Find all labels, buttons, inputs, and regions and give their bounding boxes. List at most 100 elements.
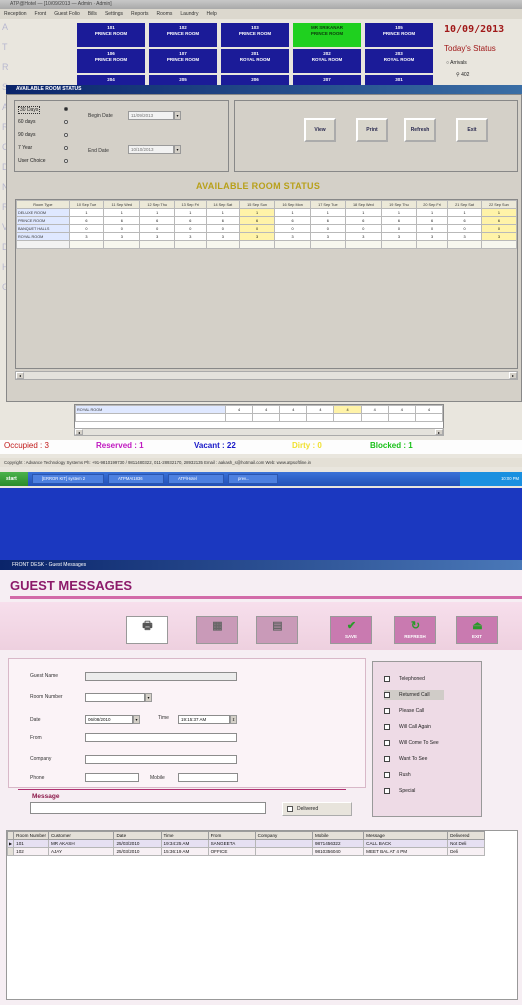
room-tile[interactable]: 204	[77, 75, 145, 85]
checkbox-icon[interactable]	[384, 772, 390, 778]
table-row[interactable]: ▶ 101 MR AKASH 25/03/2010 19:34:25 AM SANGEET…	[6, 839, 485, 848]
toolbar-button[interactable]: ⏏ EXIT	[456, 616, 498, 644]
menu-item[interactable]: Laundry	[180, 9, 198, 19]
date-field[interactable]: 06/08/2010	[85, 715, 133, 724]
room-tile[interactable]: 103 PRINCE ROOM	[221, 23, 289, 47]
table-row[interactable]: 102 AJAY 25/03/2010 15:36:19 AM OFFICE 981035…	[6, 847, 485, 856]
end-date-dropdown-icon[interactable]: ▾	[174, 145, 181, 154]
messages-column-header[interactable]: Time	[160, 831, 209, 840]
room-tile[interactable]: 205	[149, 75, 217, 85]
begin-date-field[interactable]: 11/09/2013	[128, 111, 174, 120]
room-tile[interactable]: 107 PRINCE ROOM	[149, 49, 217, 73]
checkbox-icon[interactable]	[384, 756, 390, 762]
messages-column-header[interactable]: Delivered	[447, 831, 485, 840]
day-option-radio[interactable]	[64, 159, 68, 163]
day-option-label: User Choice	[18, 158, 46, 164]
room-tile[interactable]: 301	[365, 75, 433, 85]
message-type-checkbox[interactable]: Returned Call	[384, 690, 444, 700]
messages-column-header[interactable]: Room Number	[13, 831, 49, 840]
message-type-checkbox[interactable]: Telephoned	[384, 674, 425, 684]
toolbar-button[interactable]: ↻ REFRESH	[394, 616, 436, 644]
availability-cell: 1	[310, 208, 346, 217]
print-button[interactable]: Print	[356, 118, 388, 142]
message-type-checkbox[interactable]: Will Come To See	[384, 738, 439, 748]
day-option-radio[interactable]	[64, 133, 68, 137]
from-field[interactable]	[85, 733, 237, 742]
delivered-checkbox[interactable]: Delivered	[282, 802, 352, 816]
horizontal-scrollbar[interactable]: ◂ ▸	[15, 371, 518, 380]
scroll-left-icon[interactable]: ◂	[75, 429, 83, 435]
menu-item[interactable]: Rooms	[157, 9, 173, 19]
room-tile[interactable]: 101 PRINCE ROOM	[77, 23, 145, 47]
message-type-checkbox[interactable]: Want To See	[384, 754, 427, 764]
checkbox-icon[interactable]	[384, 724, 390, 730]
taskbar-item[interactable]: ATPMAI1836	[108, 474, 164, 484]
guest-name-field[interactable]	[85, 672, 237, 681]
room-tile[interactable]: 106 PRINCE ROOM	[77, 49, 145, 73]
room-tile[interactable]: 202 ROYAL ROOM	[293, 49, 361, 73]
message-field[interactable]	[30, 802, 266, 814]
message-type-checkbox[interactable]: Please Call	[384, 706, 424, 716]
menu-item[interactable]: Help	[206, 9, 216, 19]
room-tile[interactable]: 206	[221, 75, 289, 85]
menu-item[interactable]: Front	[35, 9, 47, 19]
messages-column-header[interactable]: From	[207, 831, 256, 840]
menu-item[interactable]: Reports	[131, 9, 149, 19]
mobile-field[interactable]	[178, 773, 238, 782]
company-field[interactable]	[85, 755, 237, 764]
horizontal-scrollbar[interactable]: ◂ ▸	[74, 428, 444, 436]
messages-column-header[interactable]: Date	[113, 831, 162, 840]
toolbar-button[interactable]: ▦	[196, 616, 238, 644]
time-field[interactable]: 19:15:37 AM	[178, 715, 230, 724]
taskbar-item[interactable]: prev...	[228, 474, 278, 484]
messages-column-header[interactable]: Mobile	[311, 831, 365, 840]
checkbox-icon[interactable]	[384, 788, 390, 794]
room-tile[interactable]: 203 ROYAL ROOM	[365, 49, 433, 73]
day-option-radio[interactable]	[64, 146, 68, 150]
messages-column-header[interactable]: Message	[363, 831, 449, 840]
scroll-right-icon[interactable]: ▸	[435, 429, 443, 435]
date-dropdown-icon[interactable]: ▾	[133, 715, 140, 724]
scroll-left-icon[interactable]: ◂	[16, 372, 24, 379]
room-tile[interactable]: 105 PRINCE ROOM	[365, 23, 433, 47]
start-button[interactable]: start	[0, 472, 28, 486]
room-number-dropdown-icon[interactable]: ▾	[145, 693, 152, 702]
toolbar-button[interactable]: ✔ SAVE	[330, 616, 372, 644]
day-option-radio[interactable]	[64, 107, 68, 111]
toolbar-button[interactable]: 🖶	[126, 616, 168, 644]
checkbox-icon[interactable]	[384, 676, 390, 682]
room-tile[interactable]: 207	[293, 75, 361, 85]
refresh-button[interactable]: Refresh	[404, 118, 436, 142]
room-tile[interactable]: 201 ROYAL ROOM	[221, 49, 289, 73]
taskbar-item[interactable]: ATP\Hotel	[168, 474, 224, 484]
checkbox-icon[interactable]	[384, 740, 390, 746]
message-type-checkbox[interactable]: Special	[384, 786, 415, 796]
day-option-radio[interactable]	[64, 120, 68, 124]
messages-cell: 102	[13, 847, 49, 856]
view-button[interactable]: View	[304, 118, 336, 142]
phone-field[interactable]	[85, 773, 139, 782]
availability-cell: 6	[344, 216, 383, 225]
availability-cell: 4	[306, 405, 335, 414]
menu-item[interactable]: Reception	[4, 9, 27, 19]
checkbox-icon[interactable]	[384, 708, 390, 714]
checkbox-icon[interactable]	[384, 692, 390, 698]
taskbar-item[interactable]: [ERROR KIT] system 2	[32, 474, 104, 484]
room-tile[interactable]: MR SRIKANAR PRINCE ROOM	[293, 23, 361, 47]
menu-item[interactable]: Settings	[105, 9, 123, 19]
message-type-checkbox[interactable]: Will Call Again	[384, 722, 431, 732]
message-type-checkbox[interactable]: Rush	[384, 770, 411, 780]
menu-item[interactable]: Bills	[88, 9, 97, 19]
toolbar-button[interactable]: ▤	[256, 616, 298, 644]
scroll-right-icon[interactable]: ▸	[509, 372, 517, 379]
time-spinner-icon[interactable]: ⇕	[230, 715, 237, 724]
exit-button[interactable]: Exit	[456, 118, 488, 142]
room-number-select[interactable]	[85, 693, 145, 702]
end-date-field[interactable]: 10/10/2013	[128, 145, 174, 154]
messages-column-header[interactable]: Company	[254, 831, 313, 840]
menu-item[interactable]: Guest Folio	[54, 9, 80, 19]
messages-column-header[interactable]: Customer	[47, 831, 115, 840]
room-tile[interactable]: 102 PRINCE ROOM	[149, 23, 217, 47]
begin-date-dropdown-icon[interactable]: ▾	[174, 111, 181, 120]
checkbox-icon[interactable]	[287, 806, 293, 812]
